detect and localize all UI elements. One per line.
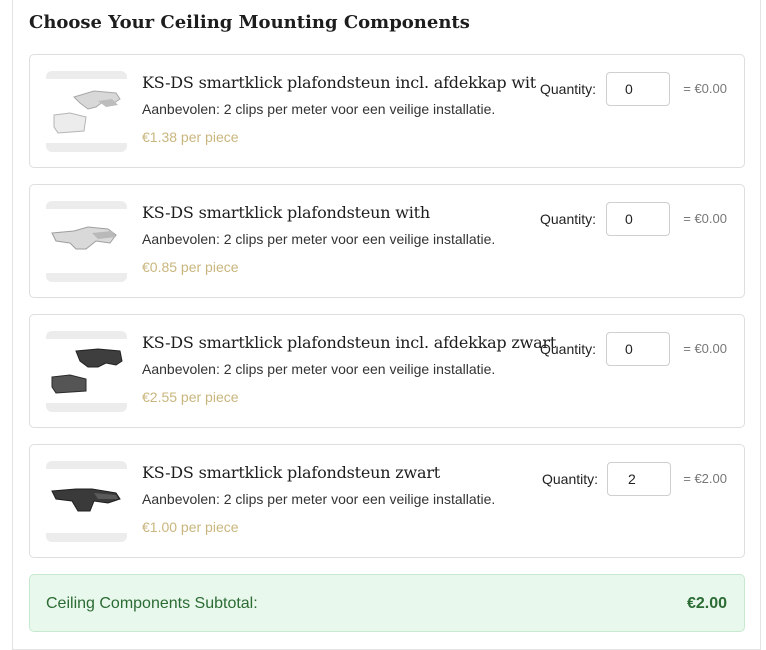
line-total: = €0.00 xyxy=(683,81,727,96)
product-name: KS-DS smartklick plafondsteun with xyxy=(142,203,431,222)
quantity-label: Quantity: xyxy=(540,341,597,357)
subtotal-value: €2.00 xyxy=(686,595,727,612)
section-title: Choose Your Ceiling Mounting Components xyxy=(29,12,470,33)
product-description: Aanbevolen: 2 clips per meter voor een v… xyxy=(142,231,496,247)
product-name: KS-DS smartklick plafondsteun incl. afde… xyxy=(142,73,537,92)
subtotal-label: Ceiling Components Subtotal: xyxy=(46,595,258,612)
product-description: Aanbevolen: 2 clips per meter voor een v… xyxy=(142,361,496,377)
line-total: = €0.00 xyxy=(683,211,727,226)
quantity-label: Quantity: xyxy=(542,471,599,487)
product-card: KS-DS smartklick plafondsteun incl. afde… xyxy=(29,54,745,168)
product-name: KS-DS smartklick plafondsteun incl. afde… xyxy=(142,333,557,352)
product-card: KS-DS smartklick plafondsteun with Aanbe… xyxy=(29,184,745,298)
product-image xyxy=(46,461,127,542)
subtotal-bar: Ceiling Components Subtotal: €2.00 xyxy=(29,574,745,632)
product-card: KS-DS smartklick plafondsteun zwart Aanb… xyxy=(29,444,745,558)
product-price: €0.85 per piece xyxy=(142,259,239,275)
product-image xyxy=(46,331,127,412)
product-card: KS-DS smartklick plafondsteun incl. afde… xyxy=(29,314,745,428)
quantity-input[interactable] xyxy=(606,72,670,106)
quantity-label: Quantity: xyxy=(540,81,597,97)
product-price: €1.38 per piece xyxy=(142,129,239,145)
product-description: Aanbevolen: 2 clips per meter voor een v… xyxy=(142,101,496,117)
quantity-input[interactable] xyxy=(607,462,671,496)
quantity-input[interactable] xyxy=(606,202,670,236)
quantity-input[interactable] xyxy=(606,332,670,366)
line-total: = €2.00 xyxy=(683,471,727,486)
product-description: Aanbevolen: 2 clips per meter voor een v… xyxy=(142,491,496,507)
product-price: €1.00 per piece xyxy=(142,519,239,535)
product-name: KS-DS smartklick plafondsteun zwart xyxy=(142,463,441,482)
product-image xyxy=(46,201,127,282)
product-image xyxy=(46,71,127,152)
product-price: €2.55 per piece xyxy=(142,389,239,405)
quantity-label: Quantity: xyxy=(540,211,597,227)
line-total: = €0.00 xyxy=(683,341,727,356)
